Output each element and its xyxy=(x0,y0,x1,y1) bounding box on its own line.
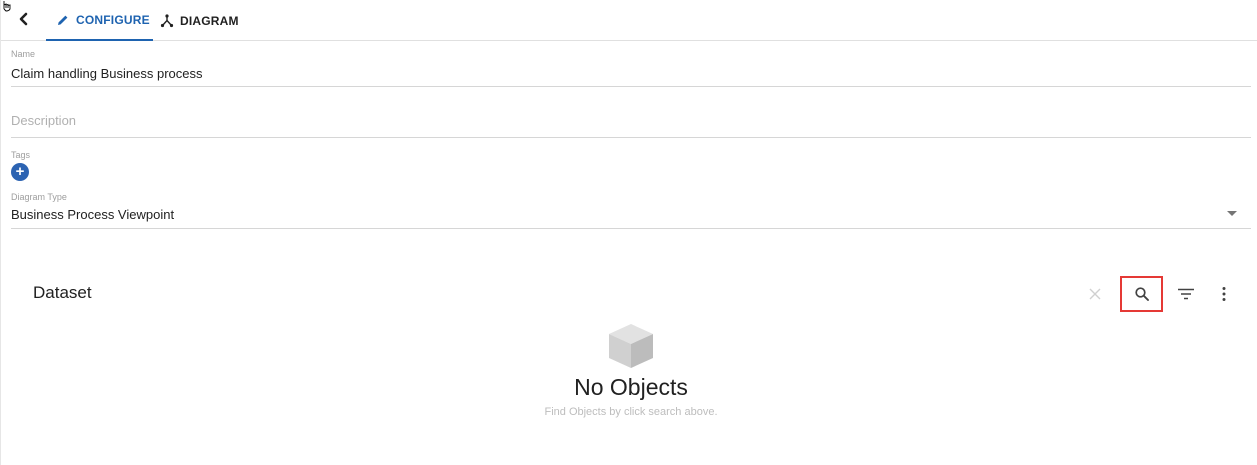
empty-state: No Objects Find Objects by click search … xyxy=(471,322,791,418)
tab-diagram[interactable]: DIAGRAM xyxy=(158,0,239,41)
tab-configure[interactable]: CONFIGURE xyxy=(46,0,153,41)
description-field-underline xyxy=(11,137,1251,138)
cube-icon xyxy=(609,324,653,368)
diagram-type-select[interactable]: Business Process Viewpoint xyxy=(11,207,1251,223)
pencil-icon xyxy=(58,15,68,25)
top-tab-bar: CONFIGURE DIAGRAM xyxy=(1,0,1257,41)
tab-diagram-label: DIAGRAM xyxy=(180,13,239,28)
name-field[interactable]: Claim handling Business process xyxy=(11,66,1251,82)
dropdown-caret-icon[interactable] xyxy=(1227,211,1237,217)
more-vert-icon xyxy=(1222,287,1226,301)
filter-button[interactable] xyxy=(1168,276,1204,312)
name-field-underline xyxy=(11,86,1251,87)
tags-label: Tags xyxy=(11,150,31,160)
more-options-button[interactable] xyxy=(1206,276,1242,312)
search-icon xyxy=(1134,287,1149,301)
diagram-type-underline xyxy=(11,228,1251,229)
description-field[interactable]: Description xyxy=(11,113,1251,128)
search-button[interactable] xyxy=(1120,276,1163,312)
dataset-title: Dataset xyxy=(33,283,92,302)
clear-icon xyxy=(1089,288,1101,300)
name-field-label: Name xyxy=(11,49,36,59)
dataset-toolbar xyxy=(1077,276,1257,312)
filter-icon xyxy=(1178,288,1194,300)
diagram-type-label: Diagram Type xyxy=(11,192,67,202)
empty-state-title: No Objects xyxy=(574,374,688,400)
diagram-icon xyxy=(160,13,174,27)
back-arrow-icon[interactable] xyxy=(15,10,33,28)
add-tag-button[interactable]: + xyxy=(11,163,29,181)
tab-configure-label: CONFIGURE xyxy=(76,12,150,27)
empty-state-hint: Find Objects by click search above. xyxy=(544,406,718,418)
clear-button[interactable] xyxy=(1077,276,1113,312)
